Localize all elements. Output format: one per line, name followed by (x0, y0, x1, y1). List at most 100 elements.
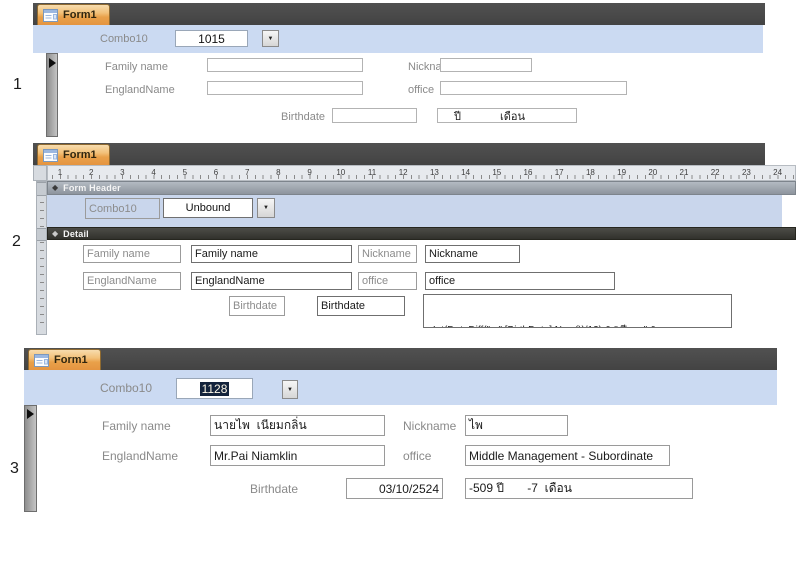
age-units-box[interactable]: ปี เดือน (437, 108, 577, 123)
englandname-label-control[interactable]: EnglandName (83, 272, 181, 290)
record-selector[interactable] (24, 405, 37, 512)
englandname-label: EnglandName (105, 84, 175, 96)
ruler-number: 3 (120, 168, 124, 177)
figure-label-3: 3 (10, 460, 19, 478)
section-marker-icon: ◆ (52, 230, 58, 238)
screenshot-root: 1 2 3 Form1 Combo10 1015 ▼ (0, 0, 800, 564)
office-value: Middle Management - Subordinate (469, 449, 653, 463)
combo10-field[interactable]: 1015 (175, 30, 248, 47)
office-label-control[interactable]: office (358, 272, 417, 290)
family-name-input[interactable]: นายไพ เนียมกลิ่น (210, 415, 385, 436)
tab-form1[interactable]: Form1 (37, 4, 110, 25)
form-header-section-bar[interactable]: ◆ Form Header (47, 181, 796, 195)
tab-bar: Form1 (24, 348, 777, 370)
tab-label: Form1 (63, 9, 97, 21)
birthdate-input[interactable] (332, 108, 417, 123)
combo10-field[interactable]: Unbound (163, 198, 253, 218)
family-name-textbox[interactable]: Family name (191, 245, 352, 263)
englandname-input[interactable] (207, 81, 363, 95)
ruler-number: 12 (399, 168, 408, 177)
section-marker-icon: ◆ (52, 184, 58, 192)
ruler-number: 17 (555, 168, 564, 177)
ruler-number: 18 (586, 168, 595, 177)
ruler-number: 13 (430, 168, 439, 177)
birthdate-value: 03/10/2524 (379, 482, 439, 496)
ruler-number: 10 (336, 168, 345, 177)
englandname-label: EnglandName (87, 275, 157, 287)
tab-form1[interactable]: Form1 (28, 349, 101, 370)
family-name-textbox-text: Family name (195, 248, 258, 260)
ruler-number: 21 (680, 168, 689, 177)
office-label: office (403, 449, 431, 463)
chevron-down-icon: ▼ (268, 36, 274, 42)
figure-label-2: 2 (12, 233, 21, 251)
tab-form1[interactable]: Form1 (37, 144, 110, 165)
chevron-down-icon: ▼ (287, 387, 293, 393)
form-icon (43, 9, 58, 22)
combo10-dropdown-button[interactable]: ▼ (282, 380, 298, 399)
englandname-input[interactable]: Mr.Pai Niamklin (210, 445, 385, 466)
family-name-label-control[interactable]: Family name (83, 245, 181, 263)
birthdate-label: Birthdate (281, 111, 325, 123)
form-icon (34, 354, 49, 367)
nickname-input[interactable]: ไพ (465, 415, 568, 436)
nickname-label-control[interactable]: Nickname (358, 245, 417, 263)
chevron-down-icon: ▼ (263, 205, 269, 211)
birthdate-label: Birthdate (250, 482, 298, 496)
birthdate-textbox-text: Birthdate (321, 300, 365, 312)
nickname-textbox[interactable]: Nickname (425, 245, 520, 263)
family-name-input[interactable] (207, 58, 363, 72)
englandname-textbox-text: EnglandName (195, 275, 265, 287)
englandname-label: EnglandName (102, 449, 178, 463)
tab-label: Form1 (63, 149, 97, 161)
record-selector-arrow-icon (27, 409, 34, 419)
tab-bar: Form1 (33, 3, 765, 25)
family-name-value: นายไพ เนียมกลิ่น (214, 416, 307, 435)
year-unit-label: ปี (454, 108, 461, 123)
ruler-number: 11 (368, 168, 376, 177)
combo10-label-control[interactable]: Combo10 (85, 198, 160, 219)
section-label: Detail (63, 229, 89, 239)
detail-section-bar[interactable]: ◆ Detail (47, 227, 796, 240)
ruler-number: 15 (492, 168, 501, 177)
month-unit-label: เดือน (500, 108, 525, 123)
record-selector-arrow-icon (49, 58, 56, 68)
nickname-label: Nickname (362, 248, 411, 260)
englandname-value: Mr.Pai Niamklin (214, 449, 297, 463)
panel-2-design-view: Form1 1234567891011121314151617181920212… (33, 143, 796, 335)
tab-bar: Form1 (33, 143, 765, 165)
detail-area: Family name Family name Nickname Nicknam… (47, 240, 796, 335)
birthdate-label-control[interactable]: Birthdate (229, 296, 285, 316)
combo10-value: 1015 (198, 32, 225, 46)
office-input[interactable]: Middle Management - Subordinate (465, 445, 670, 466)
age-expression-textbox[interactable]: =Int(DateDiff("m",[BirthDate],Now())/12)… (423, 294, 732, 328)
office-textbox[interactable]: office (425, 272, 615, 290)
office-label: office (408, 84, 434, 96)
office-label: office (362, 275, 388, 287)
horizontal-ruler: 123456789101112131415161718192021222324 (47, 165, 796, 181)
record-selector[interactable] (46, 53, 58, 137)
combo10-value: Unbound (186, 202, 231, 214)
office-textbox-text: office (429, 275, 455, 287)
age-result-box[interactable]: -509 ปี -7 เดือน (465, 478, 693, 499)
birthdate-textbox[interactable]: Birthdate (317, 296, 405, 316)
combo10-dropdown-button[interactable]: ▼ (262, 30, 279, 47)
englandname-textbox[interactable]: EnglandName (191, 272, 352, 290)
office-input[interactable] (440, 81, 627, 95)
ruler-number: 23 (742, 168, 751, 177)
ruler-number: 9 (307, 168, 311, 177)
birthdate-label: Birthdate (233, 300, 277, 312)
nickname-input[interactable] (440, 58, 532, 72)
panel-3-form-view: Form1 Combo10 1128 ▼ Family name นายไพ เ… (24, 348, 777, 512)
birthdate-input[interactable]: 03/10/2524 (346, 478, 443, 499)
ruler-number: 14 (461, 168, 470, 177)
combo10-dropdown-button[interactable]: ▼ (257, 198, 275, 218)
ruler-number: 16 (524, 168, 533, 177)
ruler-number: 7 (245, 168, 249, 177)
ruler-number: 6 (214, 168, 218, 177)
nickname-label: Nickname (403, 419, 456, 433)
combo10-selected-value: 1128 (200, 382, 230, 396)
combo10-field[interactable]: 1128 (176, 378, 253, 399)
family-name-label: Family name (102, 419, 171, 433)
tab-label: Form1 (54, 354, 88, 366)
